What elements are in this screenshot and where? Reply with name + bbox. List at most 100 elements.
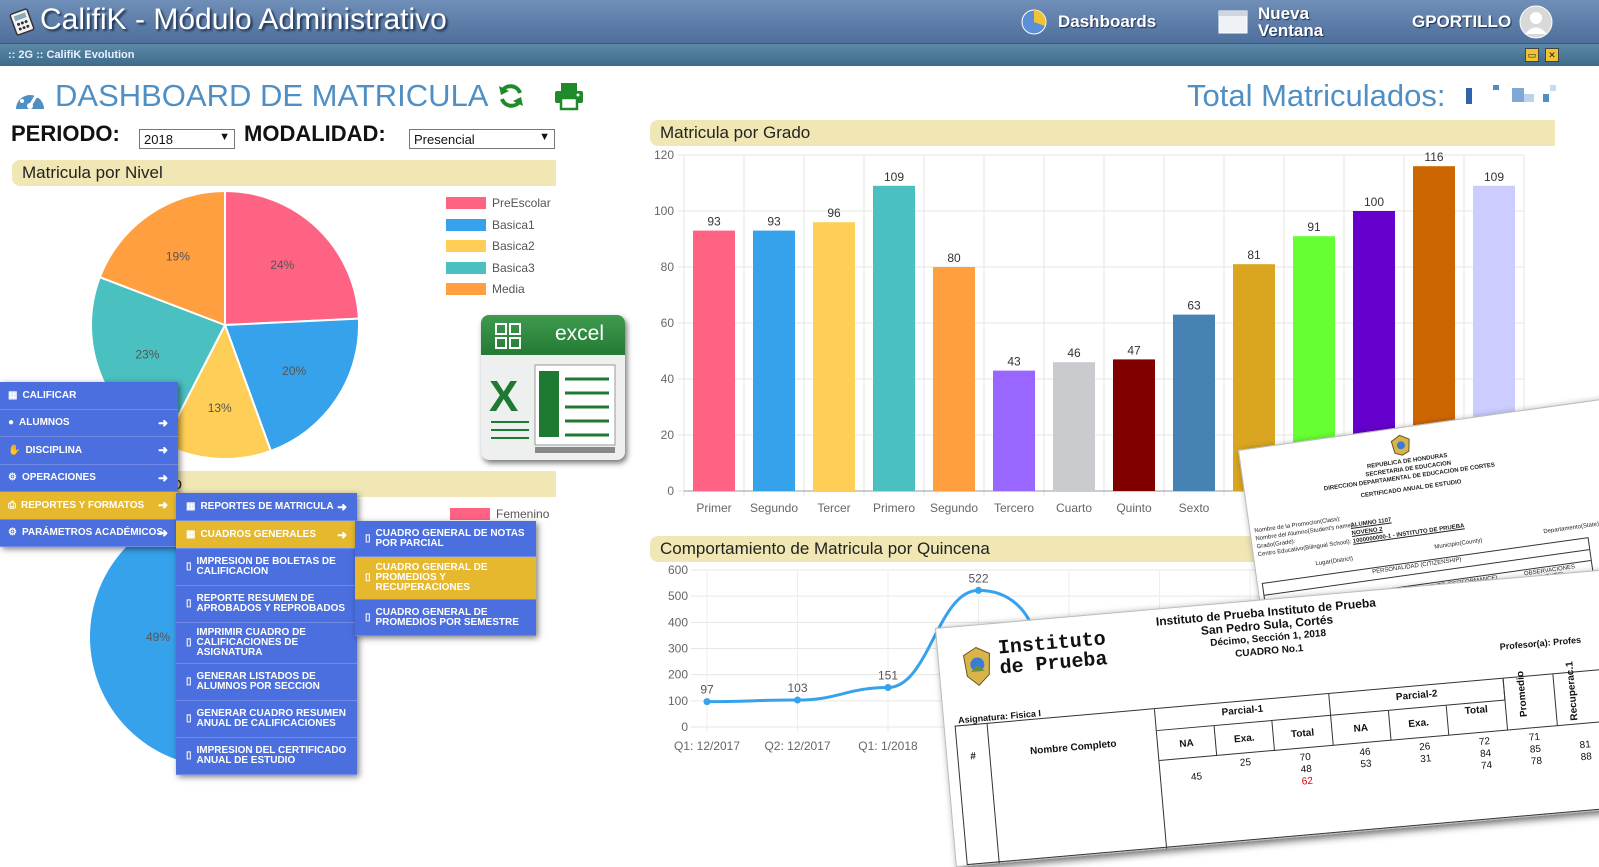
legend-label: PreEscolar bbox=[492, 196, 551, 210]
modalidad-select[interactable]: Presencial ▼ bbox=[409, 129, 555, 149]
cuadro-total: Total bbox=[1272, 715, 1334, 751]
cert-departamento: Departamento(State) bbox=[1543, 521, 1599, 536]
hand-icon: ✋ bbox=[8, 444, 21, 456]
arrow-right-icon: ➜ bbox=[157, 498, 168, 513]
submenu-item[interactable]: ▯ IMPRESION DEL CERTIFICADO ANUAL DE ESTU… bbox=[176, 738, 357, 775]
legend-swatch bbox=[446, 262, 486, 274]
panel-header-grado: Matricula por Grado bbox=[650, 120, 1555, 146]
menu-item-reportes[interactable]: ⎙ REPORTES Y FORMATOS ➜ bbox=[0, 492, 178, 520]
submenu-item[interactable]: ▦ REPORTES DE MATRICULA ➜ bbox=[176, 493, 357, 521]
modalidad-value: Presencial bbox=[414, 132, 475, 147]
x-tick-label: Q2: 12/2017 bbox=[764, 739, 830, 753]
cell: 53 bbox=[1360, 758, 1373, 771]
bar bbox=[693, 230, 735, 491]
pie-label: 20% bbox=[282, 364, 306, 378]
page-title: DASHBOARD DE MATRICULA bbox=[55, 78, 489, 113]
submenu-item[interactable]: ▯ REPORTE RESUMEN DE APROBADOS Y REPROBAD… bbox=[176, 586, 357, 623]
data-label: 97 bbox=[700, 683, 714, 697]
legend-swatch bbox=[446, 283, 486, 295]
cell: 85 bbox=[1529, 743, 1542, 756]
menu-item-calificar[interactable]: ▦ CALIFICAR bbox=[0, 382, 178, 410]
y-tick-label: 400 bbox=[668, 615, 688, 629]
x-tick-label: Q1: 1/2018 bbox=[858, 739, 918, 753]
data-label: 80 bbox=[947, 251, 961, 265]
print-icon[interactable] bbox=[553, 81, 585, 111]
submenu-item[interactable]: ▯ GENERAR CUADRO RESUMEN ANUAL DE CALIFIC… bbox=[176, 701, 357, 738]
close-icon[interactable]: ✕ bbox=[1545, 48, 1559, 62]
excel-label: excel bbox=[555, 322, 605, 345]
menu-item-alumnos[interactable]: ● ALUMNOS ➜ bbox=[0, 410, 178, 437]
menu-item-operaciones[interactable]: ⚙ OPERACIONES ➜ bbox=[0, 465, 178, 492]
user-icon: ● bbox=[8, 417, 15, 429]
excel-icon: X bbox=[489, 364, 616, 453]
new-window-link[interactable]: Nueva Ventana bbox=[1218, 0, 1323, 44]
pie-label: 24% bbox=[270, 258, 294, 272]
user-menu[interactable]: GPORTILLO bbox=[1412, 0, 1553, 44]
bar bbox=[813, 222, 855, 491]
bar bbox=[933, 267, 975, 491]
file-icon: ▯ bbox=[186, 598, 192, 609]
bar bbox=[1053, 362, 1095, 491]
data-label: 47 bbox=[1127, 343, 1141, 357]
cell: 31 bbox=[1419, 753, 1432, 766]
menu-item-label: REPORTES Y FORMATOS bbox=[21, 499, 145, 511]
data-label: 46 bbox=[1067, 346, 1081, 360]
cell: 46 bbox=[1359, 746, 1372, 759]
export-excel-button[interactable]: excel X bbox=[481, 315, 625, 460]
menu-item-parametros[interactable]: ⚙ PARÁMETROS ACADÉMICOS ➜ bbox=[0, 520, 178, 547]
cuadro-profesor: Profesor(a): Profes bbox=[1499, 634, 1582, 652]
x-tick-label: Segundo bbox=[930, 501, 978, 515]
data-label: 43 bbox=[1007, 355, 1021, 369]
refresh-icon[interactable] bbox=[496, 81, 526, 111]
legend-label: Media bbox=[492, 282, 525, 296]
maximize-icon[interactable]: ▭ bbox=[1525, 48, 1539, 62]
grid-icon bbox=[495, 323, 521, 349]
y-tick-label: 0 bbox=[681, 720, 688, 734]
svg-text:X: X bbox=[489, 372, 518, 421]
cuadro-col-num: # bbox=[969, 750, 977, 763]
submenu-item[interactable]: ▯ CUADRO GENERAL DE NOTAS POR PARCIAL bbox=[355, 521, 536, 557]
y-tick-label: 0 bbox=[667, 484, 674, 498]
table-icon: ▦ bbox=[186, 500, 196, 512]
gears-icon: ⚙ bbox=[8, 527, 17, 539]
submenu-item-label: IMPRESION DEL CERTIFICADO ANUAL DE ESTUD… bbox=[196, 745, 347, 766]
submenu-item[interactable]: ▯ GENERAR LISTADOS DE ALUMNOS POR SECCION bbox=[176, 664, 357, 701]
data-point bbox=[975, 586, 982, 594]
submenu-reportes: ▦ REPORTES DE MATRICULA ➜ ▦ CUADROS GENERAL… bbox=[176, 493, 357, 775]
y-tick-label: 80 bbox=[661, 260, 675, 274]
submenu-item-label: REPORTES DE MATRICULA bbox=[200, 500, 334, 512]
data-point bbox=[884, 683, 892, 691]
file-icon: ▯ bbox=[186, 713, 192, 724]
cell: 88 bbox=[1580, 751, 1593, 764]
menu-item-label: CALIFICAR bbox=[22, 389, 77, 401]
modalidad-label: MODALIDAD: bbox=[244, 121, 386, 146]
y-tick-label: 500 bbox=[668, 589, 688, 603]
submenu-item[interactable]: ▯ IMPRESION DE BOLETAS DE CALIFICACION bbox=[176, 549, 357, 586]
submenu-item[interactable]: ▯ CUADRO GENERAL DE PROMEDIOS POR SEMESTR… bbox=[355, 600, 536, 636]
periodo-select[interactable]: 2018 ▼ bbox=[139, 129, 235, 149]
menu-item-disciplina[interactable]: ✋ DISCIPLINA ➜ bbox=[0, 437, 178, 465]
data-label: 151 bbox=[878, 668, 898, 682]
pie-chart-icon bbox=[1021, 9, 1047, 35]
cuadro-promedio: Promedio bbox=[1514, 670, 1530, 718]
submenu-item[interactable]: ▯ IMPRIMIR CUADRO DE CALIFICACIONES DE AS… bbox=[176, 623, 357, 664]
chevron-down-icon: ▼ bbox=[219, 131, 230, 143]
cuadro-exa: Exa. bbox=[1214, 720, 1275, 756]
arrow-right-icon: ➜ bbox=[157, 470, 168, 485]
data-label: 91 bbox=[1307, 220, 1321, 234]
legend-swatch bbox=[446, 219, 486, 231]
coat-of-arms-icon bbox=[962, 646, 990, 687]
submenu-item-label: CUADRO GENERAL DE PROMEDIOS POR SEMESTRE bbox=[375, 606, 519, 628]
legend-swatch bbox=[450, 508, 490, 520]
dashboards-label: Dashboards bbox=[1058, 12, 1157, 31]
username: GPORTILLO bbox=[1412, 12, 1512, 31]
y-tick-label: 100 bbox=[654, 204, 674, 218]
dashboards-link[interactable]: Dashboards bbox=[1020, 0, 1156, 44]
submenu-item[interactable]: ▦ CUADROS GENERALES ➜ bbox=[176, 521, 357, 549]
submenu-item[interactable]: ▯ CUADRO GENERAL DE PROMEDIOS Y RECUPERAC… bbox=[355, 557, 536, 600]
data-label: 93 bbox=[707, 215, 721, 229]
submenu-item-label: CUADRO GENERAL DE PROMEDIOS Y RECUPERACI… bbox=[375, 562, 488, 593]
bar bbox=[873, 185, 915, 492]
x-tick-label: Sexto bbox=[1179, 501, 1210, 515]
y-tick-label: 20 bbox=[661, 428, 675, 442]
